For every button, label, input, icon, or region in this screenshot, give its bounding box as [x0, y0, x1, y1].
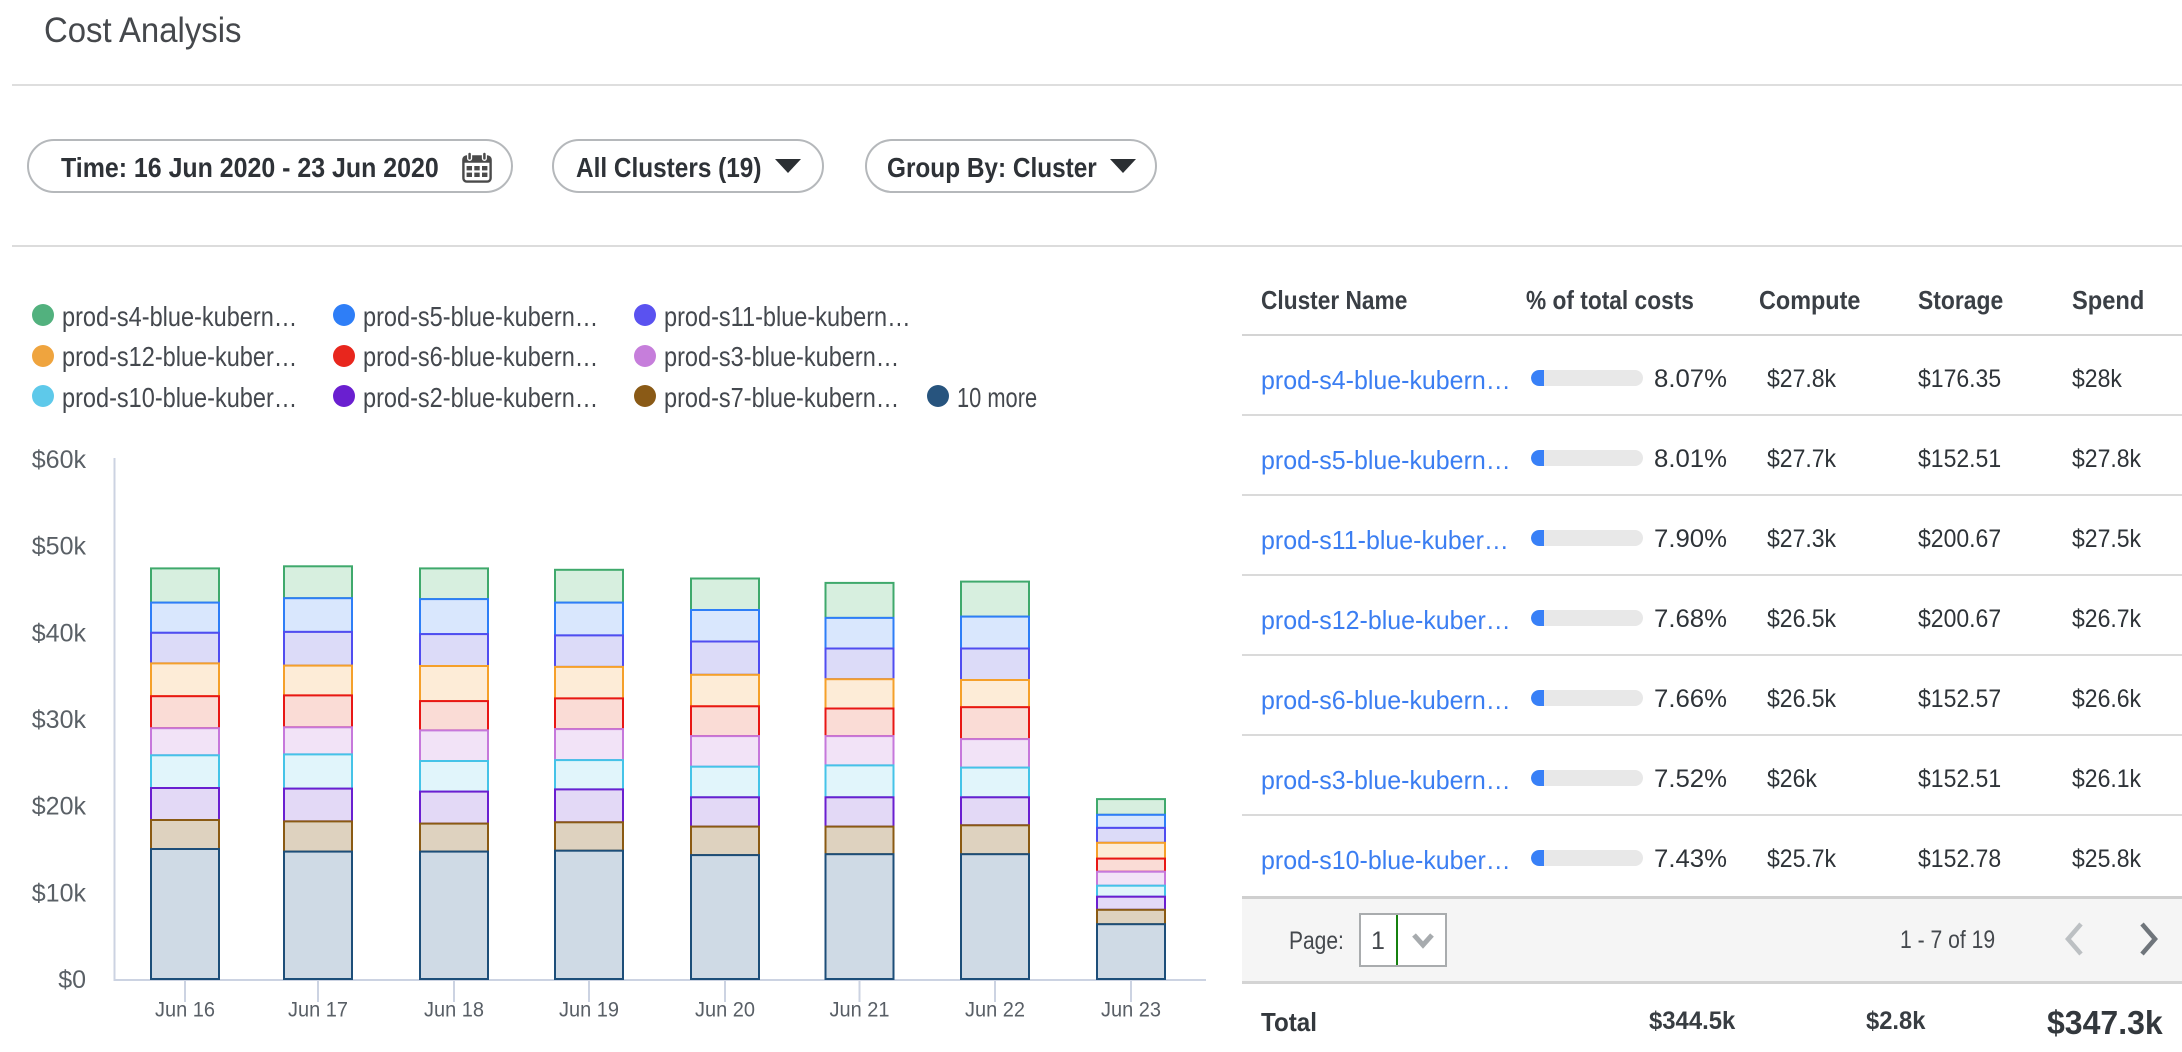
svg-text:Jun 22: Jun 22 — [965, 999, 1025, 1022]
svg-text:$0: $0 — [58, 966, 86, 994]
svg-text:$30k: $30k — [32, 706, 87, 734]
svg-text:Jun 17: Jun 17 — [288, 999, 348, 1022]
svg-text:Jun 21: Jun 21 — [830, 999, 890, 1022]
svg-text:$20k: $20k — [32, 793, 87, 821]
svg-text:Jun 20: Jun 20 — [695, 999, 755, 1022]
svg-text:Jun 16: Jun 16 — [155, 999, 215, 1022]
svg-text:$10k: $10k — [32, 879, 87, 907]
svg-text:Jun 23: Jun 23 — [1101, 999, 1161, 1022]
svg-text:Jun 19: Jun 19 — [559, 999, 619, 1022]
svg-text:Jun 18: Jun 18 — [424, 999, 484, 1022]
svg-text:$50k: $50k — [32, 533, 87, 561]
svg-text:$60k: $60k — [32, 446, 87, 474]
svg-text:$40k: $40k — [32, 619, 87, 647]
